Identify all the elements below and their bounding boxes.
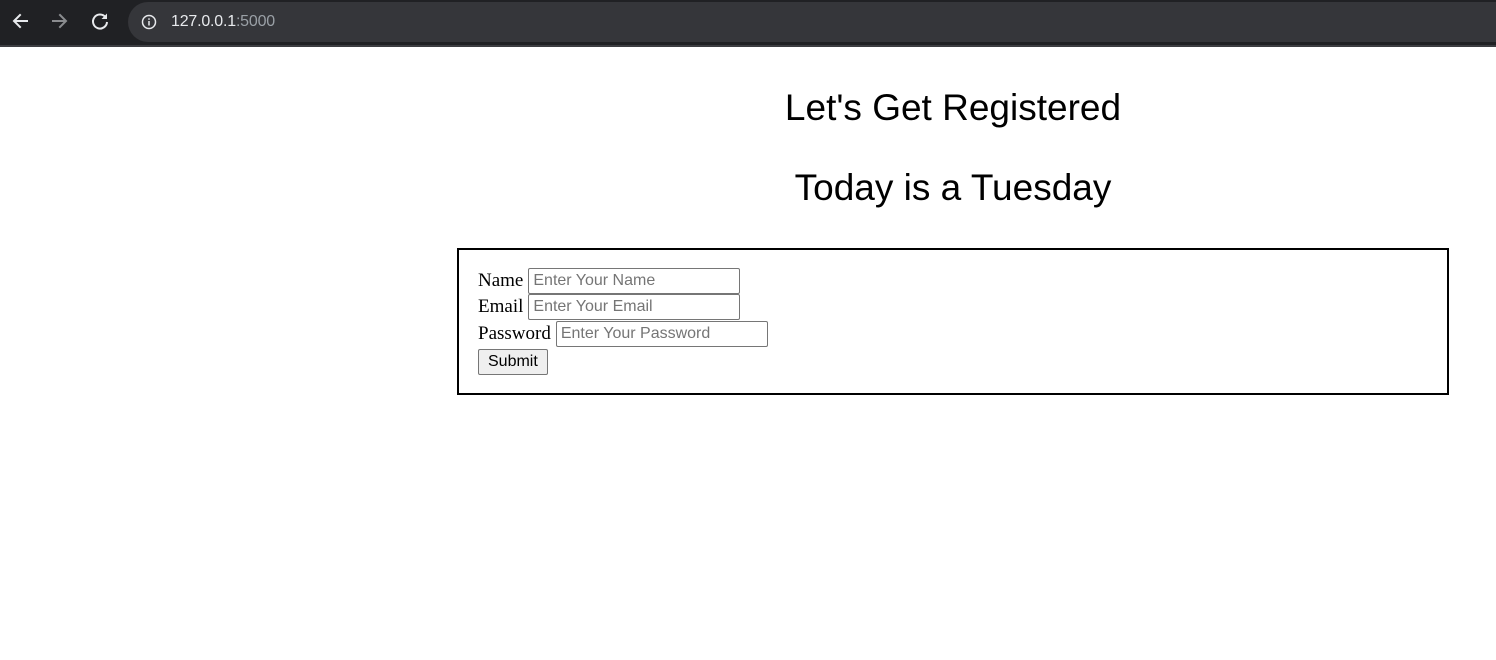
registration-form: Name Email Password Submit xyxy=(457,248,1449,395)
email-input[interactable] xyxy=(528,294,741,320)
back-arrow-icon xyxy=(12,13,28,29)
url-port: :5000 xyxy=(235,13,275,30)
reload-button[interactable] xyxy=(87,8,113,34)
back-button[interactable] xyxy=(7,8,33,34)
password-label: Password xyxy=(478,323,551,344)
name-label: Name xyxy=(478,270,524,291)
password-row: Password xyxy=(478,321,768,347)
reload-icon xyxy=(92,13,108,30)
url-text[interactable]: 127.0.0.1:5000 xyxy=(171,12,275,32)
forward-arrow-icon xyxy=(52,13,68,29)
forward-button[interactable] xyxy=(47,8,73,34)
url-host: 127.0.0.1 xyxy=(171,13,236,30)
browser-toolbar: 127.0.0.1:5000 xyxy=(0,0,1496,47)
submit-button[interactable]: Submit xyxy=(478,349,548,375)
password-input[interactable] xyxy=(555,321,768,347)
address-bar[interactable]: 127.0.0.1:5000 xyxy=(128,2,1496,42)
email-label: Email xyxy=(478,296,524,317)
day-subtitle: Today is a Tuesday xyxy=(794,167,1112,208)
name-input[interactable] xyxy=(528,268,741,294)
name-row: Name xyxy=(478,268,741,294)
email-row: Email xyxy=(478,294,741,320)
info-icon[interactable] xyxy=(141,14,157,30)
page-title: Let's Get Registered xyxy=(784,87,1122,128)
